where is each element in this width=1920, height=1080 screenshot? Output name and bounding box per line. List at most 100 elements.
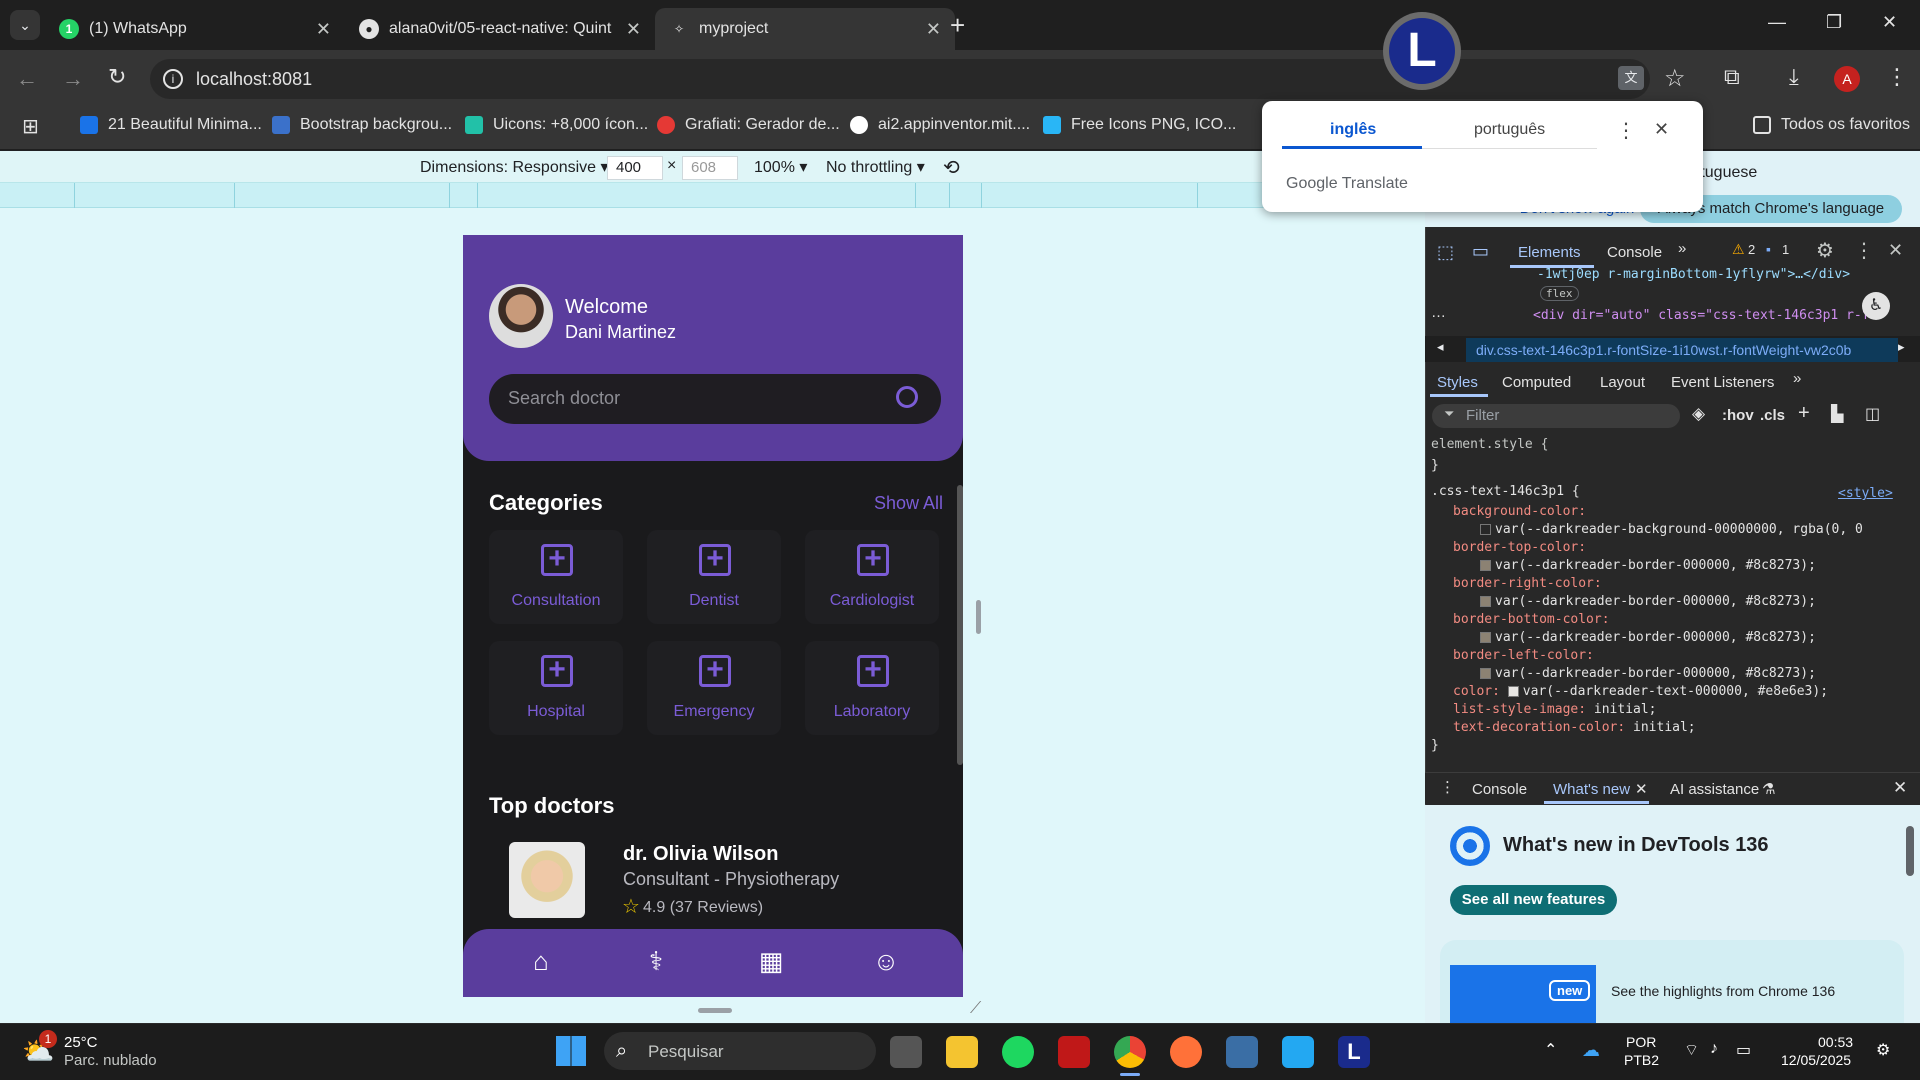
user-avatar[interactable]	[489, 284, 553, 348]
show-all-link[interactable]: Show All	[874, 493, 943, 514]
volume-icon[interactable]: ♪	[1710, 1040, 1718, 1058]
highlights-text[interactable]: See the highlights from Chrome 136	[1611, 983, 1835, 999]
drawer-close-icon[interactable]: ✕	[1893, 778, 1907, 798]
drawer-tab-ai[interactable]: AI assistance	[1670, 781, 1759, 798]
drawer-tab-console[interactable]: Console	[1472, 781, 1527, 798]
tab-layout[interactable]: Layout	[1600, 374, 1645, 391]
flex-badge[interactable]: flex	[1540, 286, 1579, 301]
prop-value[interactable]: var(--darkreader-border-000000, #8c8273)…	[1480, 594, 1816, 609]
dom-line-2[interactable]: <div dir="auto" class="css-text-146c3p1 …	[1533, 308, 1883, 323]
forward-icon[interactable]: →	[62, 66, 84, 92]
calendar-icon[interactable]: ▦	[756, 946, 786, 976]
prop-row-color[interactable]: color: var(--darkreader-text-000000, #e8…	[1453, 684, 1828, 699]
resize-handle-right[interactable]	[976, 600, 981, 634]
category-cardiologist[interactable]: + Cardiologist	[805, 530, 939, 624]
tab-github[interactable]: ● alana0vit/05-react-native: Quint ✕	[345, 8, 655, 50]
bookmark-1[interactable]: 21 Beautiful Minima...	[80, 116, 262, 134]
device-toggle-icon[interactable]: ▭	[1472, 241, 1489, 262]
close-tab-icon[interactable]: ✕	[926, 19, 941, 40]
download-icon[interactable]: ⤓	[1789, 64, 1799, 90]
breadcrumb[interactable]: div.css-text-146c3p1.r-fontSize-1i10wst.…	[1466, 338, 1898, 362]
vscode-icon[interactable]	[1282, 1036, 1314, 1068]
prop-value[interactable]: var(--darkreader-border-000000, #8c8273)…	[1480, 630, 1816, 645]
chrome-icon[interactable]	[1114, 1036, 1146, 1068]
home-icon[interactable]: ⌂	[526, 946, 556, 976]
maximize-button[interactable]: ❐	[1826, 12, 1842, 33]
close-whats-new-icon[interactable]: ✕	[1635, 780, 1648, 798]
onedrive-icon[interactable]: ☁	[1582, 1040, 1600, 1061]
tab-styles[interactable]: Styles	[1437, 374, 1478, 391]
devtools-close-icon[interactable]: ✕	[1888, 240, 1903, 261]
dimensions-select[interactable]: Dimensions: Responsive ▾	[420, 157, 609, 177]
clock-date[interactable]: 12/05/2025	[1781, 1052, 1851, 1068]
tab-computed[interactable]: Computed	[1502, 374, 1571, 391]
prop-name[interactable]: background-color:	[1453, 504, 1586, 519]
site-info-icon[interactable]: i	[163, 69, 183, 89]
element-style[interactable]: element.style {	[1431, 437, 1548, 452]
message-icon[interactable]: ▪	[1766, 241, 1771, 257]
l-app-icon[interactable]: L	[1338, 1036, 1370, 1068]
throttling-select[interactable]: No throttling ▾	[826, 157, 925, 177]
inspect-icon[interactable]: ⬚	[1437, 242, 1454, 263]
prop-name[interactable]: border-left-color:	[1453, 648, 1594, 663]
hov-button[interactable]: :hov	[1722, 407, 1754, 424]
windows-start-icon[interactable]	[556, 1036, 586, 1066]
app-scrollbar[interactable]	[957, 485, 963, 765]
more-tabs-icon[interactable]: »	[1678, 240, 1686, 257]
prop-value[interactable]: var(--darkreader-border-000000, #8c8273)…	[1480, 558, 1816, 573]
lang-to-tab[interactable]: português	[1474, 121, 1545, 139]
taskbar-search[interactable]	[604, 1032, 876, 1070]
lang-from-tab[interactable]: inglês	[1330, 121, 1376, 139]
translate-close-icon[interactable]: ✕	[1654, 119, 1669, 140]
wifi-icon[interactable]: ⌔	[1684, 1040, 1699, 1060]
doctor-icon[interactable]: ⚕	[641, 946, 671, 976]
mcafee-icon[interactable]	[1058, 1036, 1090, 1068]
color-swatch[interactable]	[1507, 686, 1519, 697]
category-laboratory[interactable]: + Laboratory	[805, 641, 939, 735]
search-icon[interactable]	[896, 386, 918, 408]
category-emergency[interactable]: + Emergency	[647, 641, 781, 735]
tab-search-button[interactable]: ⌄	[10, 10, 40, 40]
devtools-menu-icon[interactable]: ⋮	[1854, 238, 1874, 263]
doctor-name[interactable]: dr. Olivia Wilson	[623, 843, 778, 866]
tab-whatsapp[interactable]: 1 (1) WhatsApp ✕	[45, 8, 345, 50]
bookmark-2[interactable]: Bootstrap backgrou...	[272, 116, 452, 134]
layout-indicator[interactable]: PTB2	[1624, 1052, 1659, 1068]
weather-desc[interactable]: Parc. nublado	[64, 1052, 157, 1069]
tab-console[interactable]: Console	[1607, 244, 1662, 261]
accessibility-icon[interactable]: ♿	[1862, 292, 1890, 320]
close-tab-icon[interactable]: ✕	[626, 19, 641, 40]
breadcrumb-right-arrow[interactable]: ▸	[1898, 339, 1905, 355]
sidebar-toggle-icon[interactable]: ◫	[1865, 404, 1880, 424]
prop-value[interactable]: var(--darkreader-background-00000000, rg…	[1480, 522, 1863, 537]
rule-source-link[interactable]: <style>	[1838, 486, 1893, 501]
resize-corner-icon[interactable]: ⟋	[970, 1000, 981, 1018]
cls-button[interactable]: .cls	[1760, 407, 1785, 424]
prop-name[interactable]: border-bottom-color:	[1453, 612, 1610, 627]
bookmark-6[interactable]: Free Icons PNG, ICO...	[1043, 116, 1236, 134]
height-input[interactable]: 608	[682, 156, 738, 180]
zoom-select[interactable]: 100% ▾	[754, 157, 807, 177]
warning-icon[interactable]: ⚠	[1732, 241, 1745, 258]
rotate-icon[interactable]: ⟲	[943, 155, 960, 180]
spotify-icon[interactable]	[1002, 1036, 1034, 1068]
color-swatch[interactable]	[1480, 596, 1491, 607]
task-view-icon[interactable]	[890, 1036, 922, 1068]
bookmark-all[interactable]: Todos os favoritos	[1753, 116, 1910, 134]
resize-handle-bottom[interactable]	[698, 1008, 732, 1013]
mysql-workbench-icon[interactable]	[1226, 1036, 1258, 1068]
weather-temp[interactable]: 25°C	[64, 1034, 98, 1051]
bookmark-star-icon[interactable]: ☆	[1664, 64, 1686, 93]
tab-elements[interactable]: Elements	[1518, 244, 1581, 261]
profile-icon[interactable]: ☺	[871, 946, 901, 976]
tab-event-listeners[interactable]: Event Listeners	[1671, 374, 1774, 391]
menu-kebab-icon[interactable]: ⋮	[1886, 64, 1908, 90]
apps-grid-icon[interactable]: ⊞	[22, 114, 39, 139]
new-tab-button[interactable]: +	[950, 10, 965, 41]
doctor-photo[interactable]	[509, 842, 585, 918]
add-rule-icon[interactable]: +	[1798, 402, 1810, 425]
paint-icon[interactable]: ▙	[1831, 404, 1843, 424]
prop-row-list-style[interactable]: list-style-image: initial;	[1453, 702, 1657, 717]
color-swatch[interactable]	[1480, 668, 1491, 679]
drawer-menu-icon[interactable]: ⋮	[1440, 778, 1455, 796]
